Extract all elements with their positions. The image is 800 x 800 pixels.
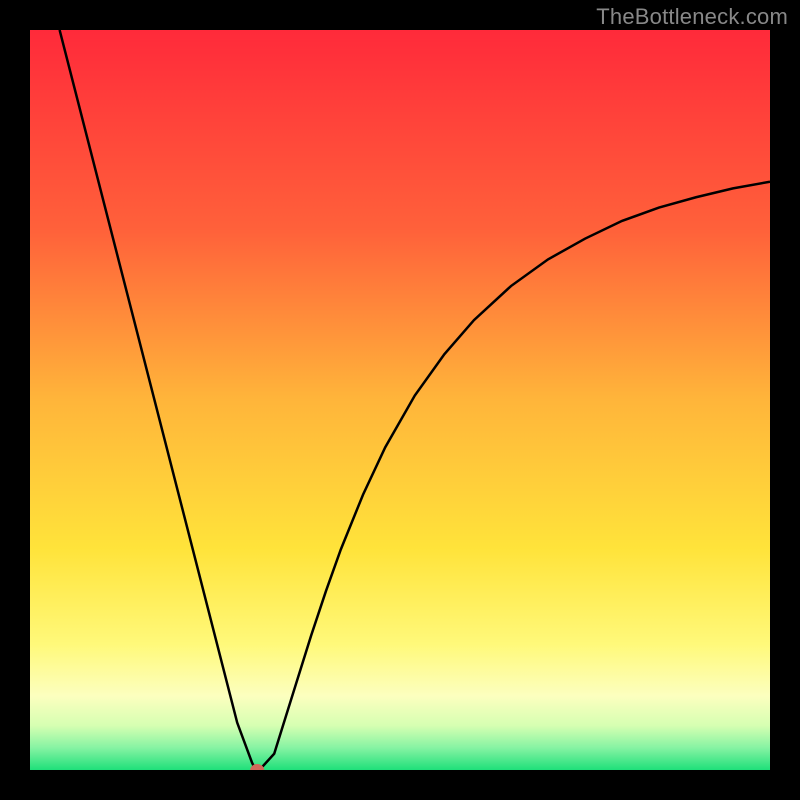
gradient-background	[30, 30, 770, 770]
bottleneck-chart	[0, 0, 800, 800]
chart-container: { "watermark": "TheBottleneck.com", "cha…	[0, 0, 800, 800]
watermark-text: TheBottleneck.com	[596, 4, 788, 30]
